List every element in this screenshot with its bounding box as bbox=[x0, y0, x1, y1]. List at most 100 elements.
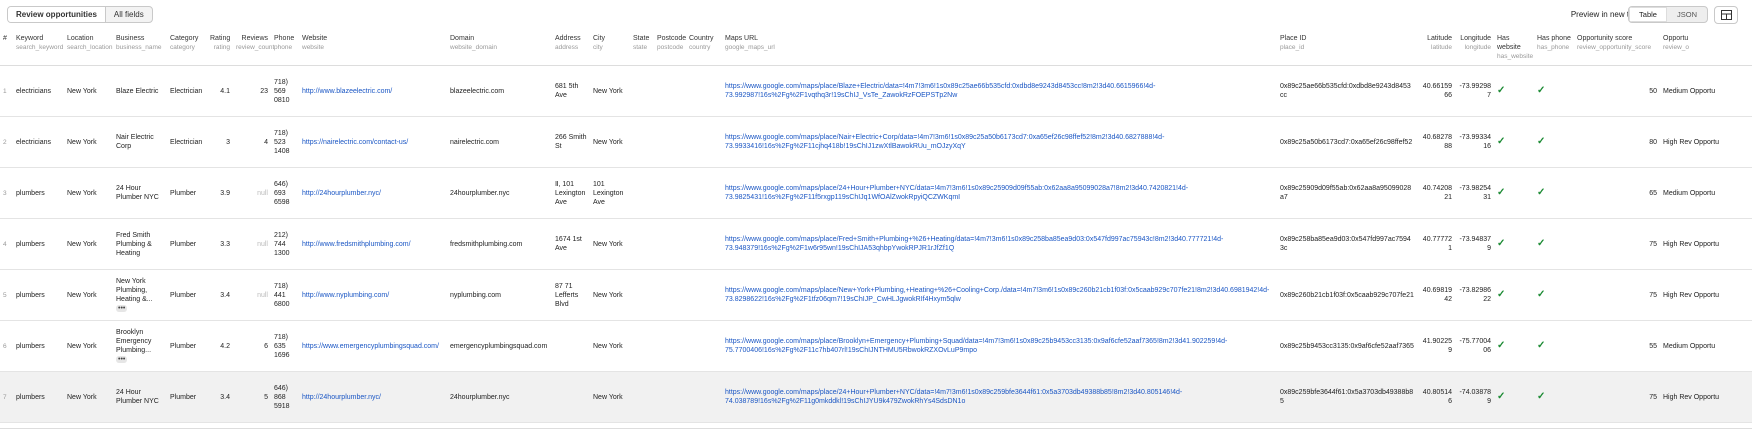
column-header-review_opportunity_score[interactable]: Opportunity score review_opportunity_scor… bbox=[1574, 28, 1660, 66]
expand-more-button[interactable]: ••• bbox=[116, 356, 128, 363]
maps-url-link[interactable]: https://www.google.com/maps/place/24+Hou… bbox=[725, 389, 1182, 405]
row-index: 7 bbox=[0, 371, 13, 423]
postcode-cell bbox=[654, 218, 686, 270]
has-website-cell: ✓ bbox=[1494, 218, 1534, 270]
column-key: has_website bbox=[1497, 53, 1534, 60]
column-title: State bbox=[633, 35, 650, 42]
category-cell: Plumber bbox=[167, 320, 207, 372]
city-cell: New York bbox=[590, 371, 630, 423]
business-name-text: 24 Hour Plumber NYC bbox=[116, 389, 159, 405]
column-title: Maps URL bbox=[725, 35, 759, 42]
website-link[interactable]: https://nairelectric.com/contact-us/ bbox=[302, 139, 408, 146]
column-header-website[interactable]: Website website bbox=[299, 28, 447, 66]
maps-url-cell: https://www.google.com/maps/place/Fred+S… bbox=[722, 218, 1277, 270]
table-row[interactable]: 2 electricians New York Nair Electric Corp E… bbox=[0, 116, 1752, 168]
review-count-cell: 6 bbox=[233, 320, 271, 372]
city-cell: New York bbox=[590, 320, 630, 372]
table-row[interactable]: 5 plumbers New York New York Plumbing, Heat… bbox=[0, 269, 1752, 321]
checkmark-icon: ✓ bbox=[1497, 238, 1506, 249]
rating-cell: 3 bbox=[207, 116, 233, 168]
expand-more-button[interactable]: ••• bbox=[116, 305, 128, 312]
maps-url-link[interactable]: https://www.google.com/maps/place/Brookl… bbox=[725, 338, 1227, 354]
maps-url-link[interactable]: https://www.google.com/maps/place/Nair+E… bbox=[725, 134, 1164, 150]
checkmark-icon: ✓ bbox=[1497, 85, 1506, 96]
location-cell: New York bbox=[64, 320, 113, 372]
place-id-cell: 0x89c25909d09f55ab:0x62aa8a95099028a7 bbox=[1277, 167, 1417, 219]
column-header-index[interactable]: # bbox=[0, 28, 13, 66]
website-link[interactable]: http://www.nyplumbing.com/ bbox=[302, 292, 389, 299]
country-cell bbox=[686, 65, 722, 117]
table-row[interactable]: 6 plumbers New York Brooklyn Emergency Plum… bbox=[0, 320, 1752, 372]
table-row[interactable]: 3 plumbers New York 24 Hour Plumber NYC Plum… bbox=[0, 167, 1752, 219]
opportunity-label-cell: High Rev Opportu bbox=[1660, 116, 1752, 168]
maps-url-link[interactable]: https://www.google.com/maps/place/Blaze+… bbox=[725, 83, 1155, 99]
has-website-cell: ✓ bbox=[1494, 269, 1534, 321]
table-row[interactable]: 7 plumbers New York 24 Hour Plumber NYC Plum… bbox=[0, 371, 1752, 423]
table-row[interactable]: 4 plumbers New York Fred Smith Plumbing & H… bbox=[0, 218, 1752, 270]
maps-url-link[interactable]: https://www.google.com/maps/place/24+Hou… bbox=[725, 185, 1188, 201]
view-table-option[interactable]: Table bbox=[1629, 7, 1667, 22]
column-header-rating[interactable]: Rating rating bbox=[207, 28, 233, 66]
column-header-latitude[interactable]: Latitude latitude bbox=[1417, 28, 1455, 66]
website-link[interactable]: http://24hourplumber.nyc/ bbox=[302, 394, 381, 401]
view-json-option[interactable]: JSON bbox=[1667, 7, 1707, 22]
columns-settings-button[interactable] bbox=[1714, 6, 1738, 24]
location-cell: New York bbox=[64, 65, 113, 117]
row-index: 6 bbox=[0, 320, 13, 372]
tab-review-opportunities[interactable]: Review opportunities bbox=[8, 7, 106, 22]
latitude-cell: 40.7420821 bbox=[1417, 167, 1455, 219]
phone-cell: 212) 744 1300 bbox=[271, 218, 299, 270]
view-format-switch: Table JSON bbox=[1628, 6, 1708, 23]
column-header-place_id[interactable]: Place ID place_id bbox=[1277, 28, 1417, 66]
tab-all-fields[interactable]: All fields bbox=[106, 7, 152, 22]
column-header-phone[interactable]: Phone phone bbox=[271, 28, 299, 66]
column-header-has_phone[interactable]: Has phone has_phone bbox=[1534, 28, 1574, 66]
column-header-state[interactable]: State state bbox=[630, 28, 654, 66]
table-row[interactable]: 1 electricians New York Blaze Electric Elect… bbox=[0, 65, 1752, 117]
column-header-review_count[interactable]: Reviews review_count bbox=[233, 28, 274, 66]
column-header-search_keyword[interactable]: Keyword search_keyword bbox=[13, 28, 64, 66]
maps-url-cell: https://www.google.com/maps/place/24+Hou… bbox=[722, 371, 1277, 423]
column-header-business_name[interactable]: Business business_name bbox=[113, 28, 167, 66]
checkmark-icon: ✓ bbox=[1497, 289, 1506, 300]
website-link[interactable]: http://www.blazeelectric.com/ bbox=[302, 88, 392, 95]
business-name-cell: 24 Hour Plumber NYC bbox=[113, 371, 167, 423]
state-cell bbox=[630, 167, 654, 219]
phone-cell: 646) 868 5918 bbox=[271, 371, 299, 423]
website-link[interactable]: http://www.fredsmithplumbing.com/ bbox=[302, 241, 411, 248]
maps-url-cell: https://www.google.com/maps/place/Blaze+… bbox=[722, 65, 1277, 117]
website-link[interactable]: https://www.emergencyplumbingsquad.com/ bbox=[302, 343, 439, 350]
column-header-website_domain[interactable]: Domain website_domain bbox=[447, 28, 552, 66]
column-header-city[interactable]: City city bbox=[590, 28, 630, 66]
maps-url-link[interactable]: https://www.google.com/maps/place/Fred+S… bbox=[725, 236, 1223, 252]
column-header-category[interactable]: Category category bbox=[167, 28, 207, 66]
keyword-cell: electricians bbox=[13, 65, 64, 117]
table-header-row: # Keyword search_keyword Location search_loc… bbox=[0, 28, 1752, 66]
column-title: Opportu bbox=[1663, 35, 1689, 42]
column-header-google_maps_url[interactable]: Maps URL google_maps_url bbox=[722, 28, 1277, 66]
address-cell: 1674 1st Ave bbox=[552, 218, 590, 270]
column-header-review_o[interactable]: Opportu review_o bbox=[1660, 28, 1752, 66]
row-index: 5 bbox=[0, 269, 13, 321]
column-header-longitude[interactable]: Longitude longitude bbox=[1455, 28, 1494, 66]
column-header-postcode[interactable]: Postcode postcode bbox=[654, 28, 686, 66]
column-key: latitude bbox=[1431, 44, 1452, 51]
maps-url-cell: https://www.google.com/maps/place/Brookl… bbox=[722, 320, 1277, 372]
results-table-container[interactable]: # Keyword search_keyword Location search_loc… bbox=[0, 28, 1752, 432]
checkmark-icon: ✓ bbox=[1497, 187, 1506, 198]
column-header-has_website[interactable]: Has website has_website bbox=[1494, 28, 1534, 66]
column-header-address[interactable]: Address address bbox=[552, 28, 590, 66]
column-title: Category bbox=[170, 35, 199, 42]
column-header-country[interactable]: Country country bbox=[686, 28, 722, 66]
has-phone-cell: ✓ bbox=[1534, 320, 1574, 372]
maps-url-link[interactable]: https://www.google.com/maps/place/New+Yo… bbox=[725, 287, 1269, 303]
latitude-cell: 40.6827888 bbox=[1417, 116, 1455, 168]
website-link[interactable]: http://24hourplumber.nyc/ bbox=[302, 190, 381, 197]
checkmark-icon: ✓ bbox=[1537, 340, 1546, 351]
address-cell: 681 5th Ave bbox=[552, 65, 590, 117]
place-id-cell: 0x89c260b21cb1f03f:0x5caab929c707fe21 bbox=[1277, 269, 1417, 321]
maps-url-cell: https://www.google.com/maps/place/New+Yo… bbox=[722, 269, 1277, 321]
opportunity-label-cell: Medium Opportu bbox=[1660, 65, 1752, 117]
column-header-search_location[interactable]: Location search_location bbox=[64, 28, 113, 66]
address-cell: 266 Smith St bbox=[552, 116, 590, 168]
